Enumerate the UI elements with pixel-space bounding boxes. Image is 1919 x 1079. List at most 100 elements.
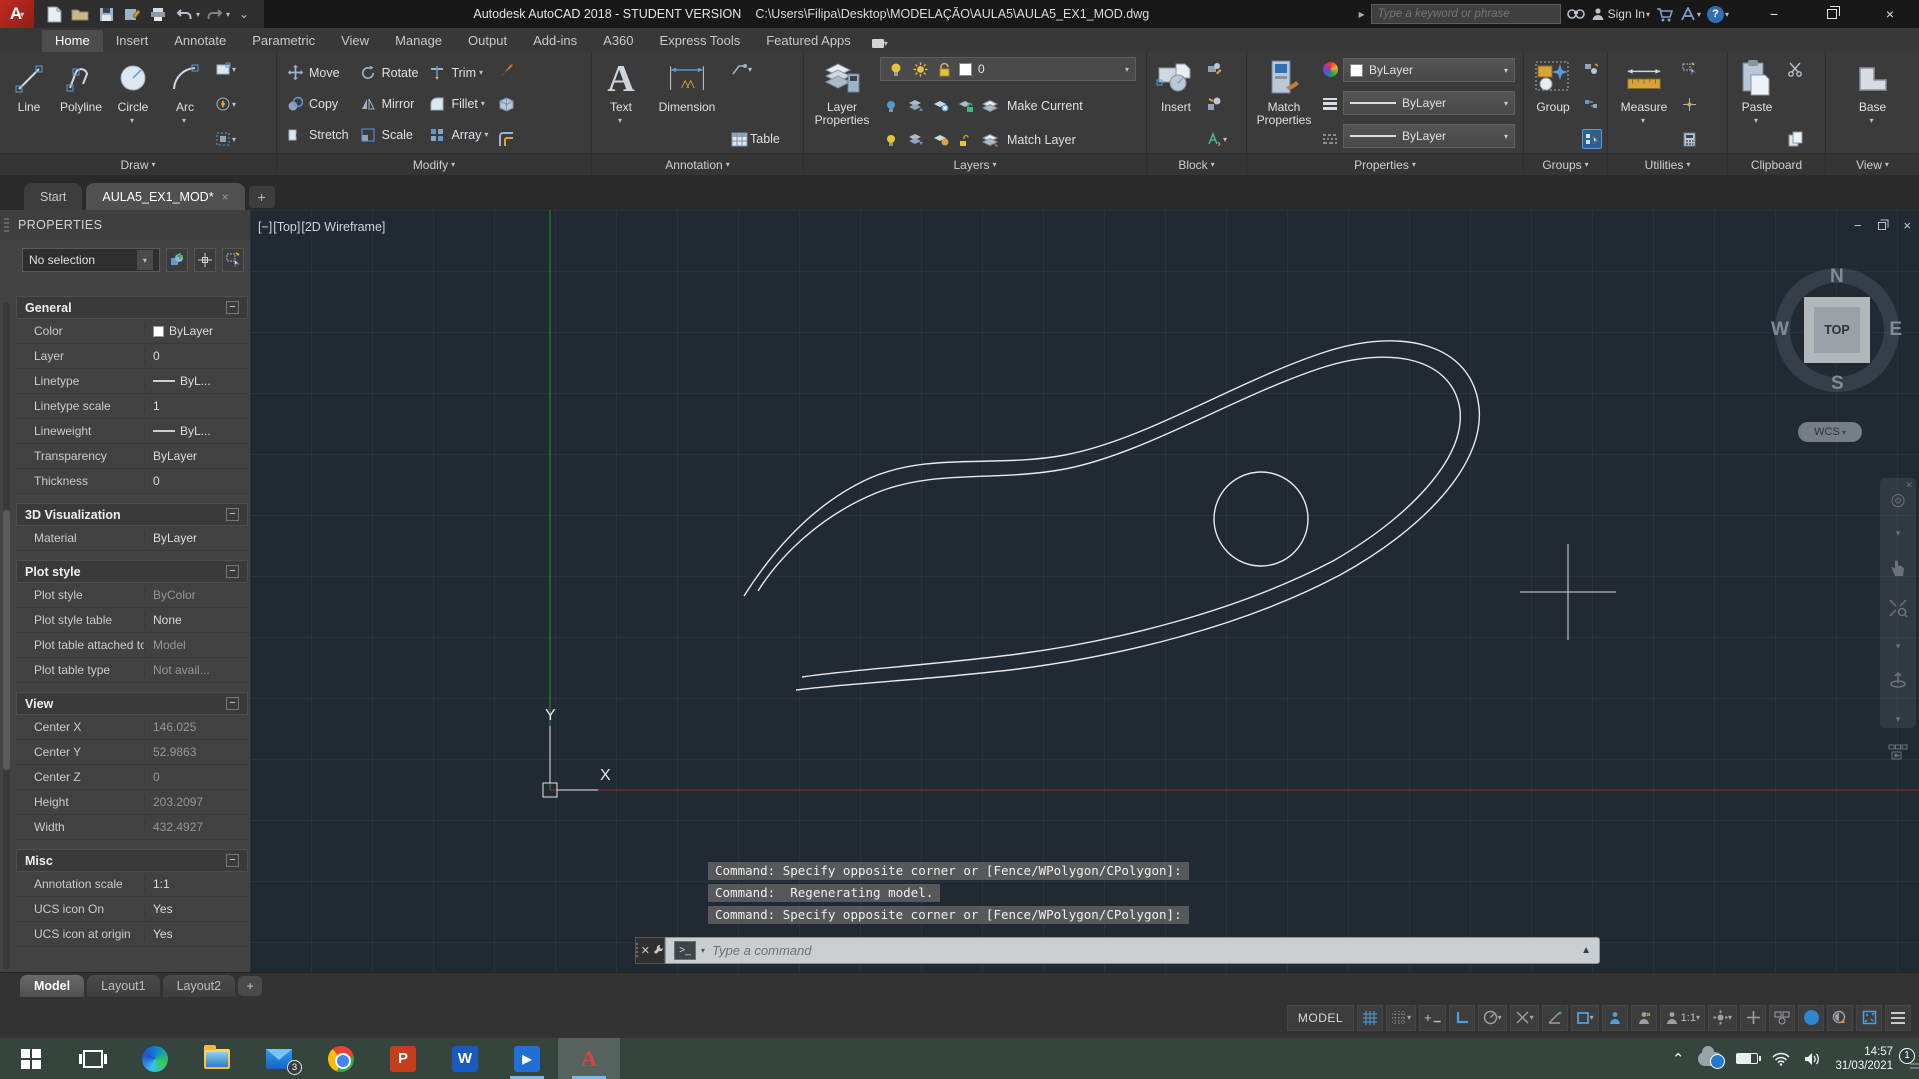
viewport-restore-button[interactable] <box>1878 219 1889 230</box>
close-button[interactable]: × <box>1861 0 1919 28</box>
section-view[interactable]: View − <box>16 692 248 715</box>
stretch-button[interactable]: Stretch <box>283 126 352 144</box>
save-button[interactable] <box>94 3 118 25</box>
orbit-icon[interactable] <box>1888 671 1908 694</box>
zoom-extents-icon[interactable] <box>1888 598 1908 621</box>
navigation-bar[interactable]: ✕ ◎ ▾ ▾ ▾ <box>1880 478 1916 760</box>
collapse-icon[interactable]: − <box>226 697 239 710</box>
minimize-button[interactable]: − <box>1745 0 1803 28</box>
mail-button[interactable]: 3 <box>248 1038 310 1079</box>
layer-color-swatch[interactable] <box>959 62 972 76</box>
powerpoint-button[interactable]: P <box>372 1038 434 1079</box>
app-store-cart-icon[interactable] <box>1656 7 1674 22</box>
prop-row-plot-style[interactable]: Plot style ByColor <box>16 583 248 608</box>
base-button[interactable]: Base ▾ <box>1848 55 1898 153</box>
start-button[interactable] <box>0 1038 62 1079</box>
dimension-button[interactable]: Dimension <box>648 55 726 153</box>
annotation-scale-button[interactable]: 1:1 ▾ <box>1659 1004 1705 1031</box>
layer-freeze-icon[interactable] <box>932 97 950 115</box>
polyline-button[interactable]: Polyline <box>56 55 106 153</box>
object-color-combo[interactable]: ByLayer ▾ <box>1343 58 1515 82</box>
prop-row-center-x[interactable]: Center X 146.025 <box>16 715 248 740</box>
tab-featured-apps[interactable]: Featured Apps <box>753 30 864 52</box>
layer-on-bulb-icon[interactable] <box>887 60 905 78</box>
copy-clip-tool[interactable] <box>1786 129 1804 149</box>
match-layer-label[interactable]: Match Layer <box>1007 133 1076 147</box>
match-properties-button[interactable]: Match Properties <box>1251 55 1317 153</box>
cut-tool[interactable] <box>1786 59 1804 79</box>
navbar-close-icon[interactable]: ✕ <box>1905 480 1913 491</box>
viewcube-west[interactable]: W <box>1771 319 1789 341</box>
model-space-button[interactable]: MODEL <box>1286 1004 1355 1031</box>
file-tab-start[interactable]: Start <box>24 183 83 210</box>
move-button[interactable]: Move <box>283 64 352 82</box>
prop-row-thickness[interactable]: Thickness 0 <box>16 469 248 494</box>
prop-row-ucs-icon-on[interactable]: UCS icon On Yes <box>16 897 248 922</box>
autocad-taskbar-button[interactable]: A <box>558 1038 620 1079</box>
chevron-down-icon[interactable]: ▾ <box>1896 638 1901 654</box>
object-snap-button[interactable]: ▾ <box>1570 1004 1599 1031</box>
paste-button[interactable]: Paste ▾ <box>1732 55 1782 153</box>
plot-button[interactable] <box>146 3 170 25</box>
qat-customize-button[interactable]: ⌄ <box>232 3 256 25</box>
prop-row-ucs-icon-origin[interactable]: UCS icon at origin Yes <box>16 922 248 947</box>
palette-scrollbar-thumb[interactable] <box>3 510 10 770</box>
palette-grip[interactable] <box>4 218 9 234</box>
collapse-icon[interactable]: − <box>226 301 239 314</box>
rectangle-tool[interactable]: ▾ <box>214 59 236 79</box>
color-wheel-tool[interactable] <box>1321 59 1339 79</box>
hardware-acceleration-button[interactable] <box>1798 1004 1824 1031</box>
tab-a360[interactable]: A360 <box>590 30 646 52</box>
undo-dropdown[interactable]: ▾ <box>196 10 200 19</box>
polar-tracking-button[interactable]: ▾ <box>1477 1004 1507 1031</box>
panel-label-block[interactable]: Block ▾ <box>1147 153 1246 175</box>
customization-button[interactable] <box>1885 1004 1911 1031</box>
measure-button[interactable]: Measure ▾ <box>1612 55 1676 153</box>
text-button[interactable]: A Text ▾ <box>596 55 646 153</box>
mirror-button[interactable]: Mirror <box>356 95 422 113</box>
trim-button[interactable]: Trim ▾ <box>425 64 491 82</box>
navigation-wheel-icon[interactable]: ◎ <box>1891 491 1906 508</box>
isolate-objects-button[interactable] <box>1769 1004 1795 1031</box>
viewcube[interactable]: N W E S TOP <box>1771 266 1902 394</box>
section-3d-visualization[interactable]: 3D Visualization − <box>16 503 248 526</box>
prop-row-transparency[interactable]: Transparency ByLayer <box>16 444 248 469</box>
block-attributes-tool[interactable]: ▾ <box>1205 129 1227 149</box>
id-point-tool[interactable] <box>1680 94 1698 114</box>
new-file-button[interactable] <box>42 3 66 25</box>
annotation-monitor-button[interactable] <box>1740 1004 1766 1031</box>
chevron-down-icon[interactable]: ▾ <box>1728 1013 1732 1022</box>
section-general[interactable]: General − <box>16 296 248 319</box>
edit-attribute-tool[interactable] <box>1205 59 1227 79</box>
search-expand-icon[interactable]: ▸ <box>1359 7 1365 21</box>
section-misc[interactable]: Misc − <box>16 849 248 872</box>
erase-tool[interactable] <box>497 59 515 79</box>
isodraft-button[interactable]: ▾ <box>1509 1004 1539 1031</box>
panel-label-modify[interactable]: Modify ▾ <box>277 153 591 175</box>
leader-tool[interactable]: ▾ <box>730 59 780 79</box>
undo-button[interactable] <box>172 3 196 25</box>
collapse-icon[interactable]: − <box>226 508 239 521</box>
new-drawing-tab-button[interactable]: + <box>248 186 275 208</box>
quick-select-tool[interactable] <box>1680 59 1698 79</box>
viewport-minimize-button[interactable]: − <box>1854 218 1862 233</box>
match-layer-icon[interactable] <box>982 131 1000 149</box>
layer-freeze-sun-icon[interactable] <box>911 60 929 78</box>
collapse-icon[interactable]: − <box>226 565 239 578</box>
file-explorer-button[interactable] <box>186 1038 248 1079</box>
tab-insert[interactable]: Insert <box>103 30 162 52</box>
viewcube-top-face[interactable]: TOP <box>1804 297 1870 363</box>
command-close-icon[interactable]: ✕ <box>641 944 650 957</box>
explode-tool[interactable] <box>497 94 515 114</box>
viewport-view-name[interactable]: [Top] <box>273 220 300 234</box>
viewcube-north[interactable]: N <box>1830 266 1844 288</box>
panel-label-draw[interactable]: Draw ▾ <box>0 153 276 175</box>
showmotion-icon[interactable] <box>1888 744 1908 763</box>
grid-display-button[interactable] <box>1357 1004 1384 1031</box>
ribbon-display-toggle[interactable]: ▾ <box>871 39 888 52</box>
prop-row-color[interactable]: Color ByLayer <box>16 319 248 344</box>
group-selection-toggle[interactable] <box>1582 129 1602 149</box>
circle-button[interactable]: Circle ▾ <box>108 55 158 153</box>
tab-express-tools[interactable]: Express Tools <box>647 30 754 52</box>
tab-output[interactable]: Output <box>455 30 520 52</box>
